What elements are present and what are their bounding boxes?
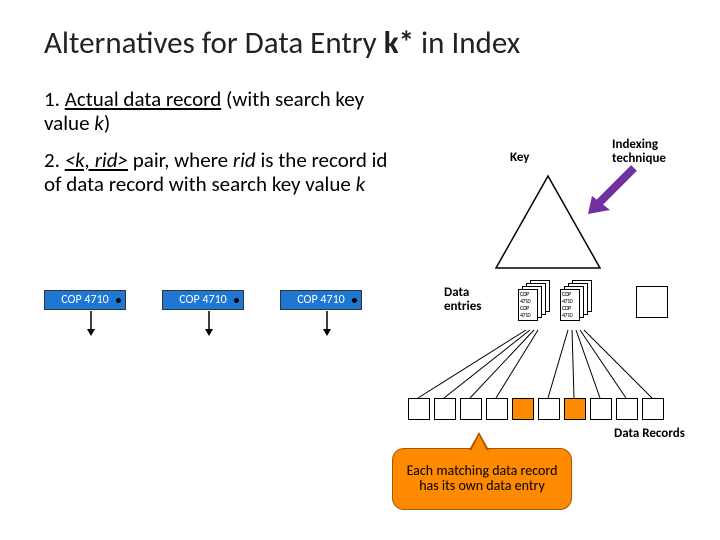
title-kstar: k* [384,24,414,62]
bullet-1-end: ) [104,110,110,136]
bullet-2-k: k [356,171,366,197]
bullet-2-num: 2. [44,147,65,173]
idx-l1: Indexing [612,137,658,152]
title-pre: Alternatives for Data Entry [44,24,384,62]
data-entry-box: COP4710COP4710 [518,289,538,321]
bullet-1-k: k [94,110,104,136]
bullet-2-pair: <k, rid> [65,147,128,173]
bullet-2: 2. <k, rid> pair, where rid is the recor… [44,149,404,196]
index-triangle-icon [488,172,608,277]
pointer-lines-icon [408,320,708,440]
tag-dot-icon [116,298,121,303]
de-l2: entries [444,299,481,314]
tag-row: COP 4710 COP 4710 COP 4710 [44,290,362,310]
callout-bubble: Each matching data record has its own da… [392,448,572,510]
tag-2-label: COP 4710 [179,293,226,307]
arrow-down-icon [85,311,97,337]
data-entry-box: COP4710COP4710 [560,289,580,321]
slide-title: Alternatives for Data Entry k* in Index [44,24,520,62]
tag-dot-icon [234,298,239,303]
tag-1: COP 4710 [44,290,126,310]
bullet-list: 1. Actual data record (with search key v… [44,88,404,210]
bullet-2-rid: rid [233,147,256,173]
data-entries-label: Data entries [444,286,481,315]
tag-3-label: COP 4710 [297,293,344,307]
empty-box-icon [636,286,668,318]
bullet-1-u: Actual data record [65,86,222,112]
key-label: Key [510,150,529,165]
tag-1-label: COP 4710 [61,293,108,307]
callout-text: Each matching data record has its own da… [403,464,561,493]
bullet-2-mid1: pair, where [128,147,233,173]
de-l1: Data [444,285,469,300]
tag-3: COP 4710 [280,290,362,310]
title-post: in Index [414,24,520,62]
tag-2: COP 4710 [162,290,244,310]
bullet-1: 1. Actual data record (with search key v… [44,88,404,135]
bullet-1-num: 1. [44,86,65,112]
arrow-down-icon [203,311,215,337]
arrow-down-icon [321,311,333,337]
tag-dot-icon [352,298,357,303]
callout-tail-icon [471,435,487,451]
